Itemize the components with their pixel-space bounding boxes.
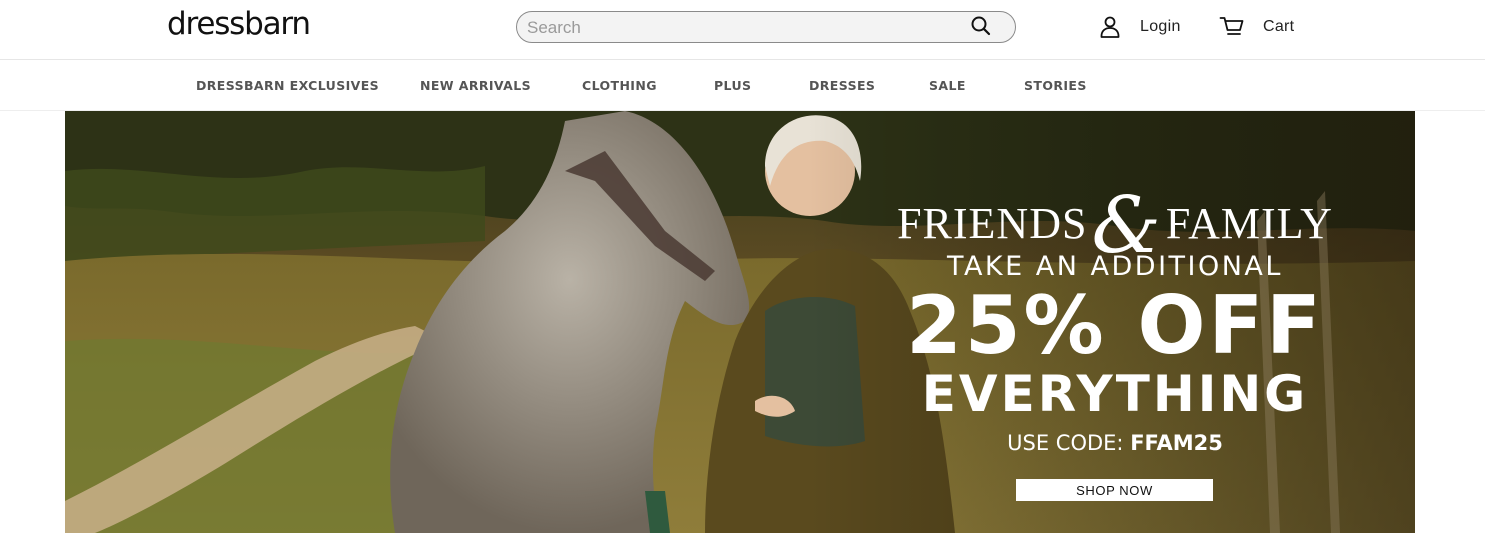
promo-code-line: USE CODE: FFAM25 xyxy=(885,431,1345,455)
nav-item-sale[interactable]: SALE xyxy=(929,78,966,93)
promo-everything: EVERYTHING xyxy=(921,365,1309,423)
shop-now-button[interactable]: SHOP NOW xyxy=(1016,479,1213,501)
nav-item-dresses[interactable]: DRESSES xyxy=(809,78,875,93)
login-label: Login xyxy=(1140,18,1181,35)
promo-discount: 25% OFF xyxy=(906,279,1324,372)
promo-headline-friends: FRIENDS xyxy=(897,199,1088,248)
nav-item-plus[interactable]: PLUS xyxy=(714,78,751,93)
hero-banner[interactable]: FRIENDS&FAMILY TAKE AN ADDITIONAL 25% OF… xyxy=(65,111,1415,533)
cart-label: Cart xyxy=(1263,18,1295,35)
search-input[interactable] xyxy=(527,17,957,39)
dressbarn-logo[interactable]: dressbarn xyxy=(167,6,311,42)
search-bar[interactable] xyxy=(516,11,1016,43)
nav-item-new-arrivals[interactable]: NEW ARRIVALS xyxy=(420,78,531,93)
nav-item-clothing[interactable]: CLOTHING xyxy=(582,78,657,93)
login-link[interactable]: Login xyxy=(1098,15,1181,39)
site-header: dressbarn Login Cart xyxy=(0,0,1485,60)
promo-code-value: FFAM25 xyxy=(1130,431,1223,455)
user-icon xyxy=(1100,16,1120,38)
nav-item-stories[interactable]: STORIES xyxy=(1024,78,1087,93)
promo-overlay: FRIENDS&FAMILY TAKE AN ADDITIONAL 25% OF… xyxy=(885,111,1345,533)
search-icon[interactable] xyxy=(969,15,993,39)
main-nav: DRESSBARN EXCLUSIVES NEW ARRIVALS CLOTHI… xyxy=(0,61,1485,111)
promo-code-prefix: USE CODE: xyxy=(1007,431,1131,455)
cart-link[interactable]: Cart xyxy=(1219,15,1294,39)
promo-headline-family: FAMILY xyxy=(1165,199,1333,248)
promo-take-additional: TAKE AN ADDITIONAL xyxy=(947,251,1283,282)
nav-item-dressbarn-exclusives[interactable]: DRESSBARN EXCLUSIVES xyxy=(196,78,379,93)
cart-icon xyxy=(1219,17,1244,35)
